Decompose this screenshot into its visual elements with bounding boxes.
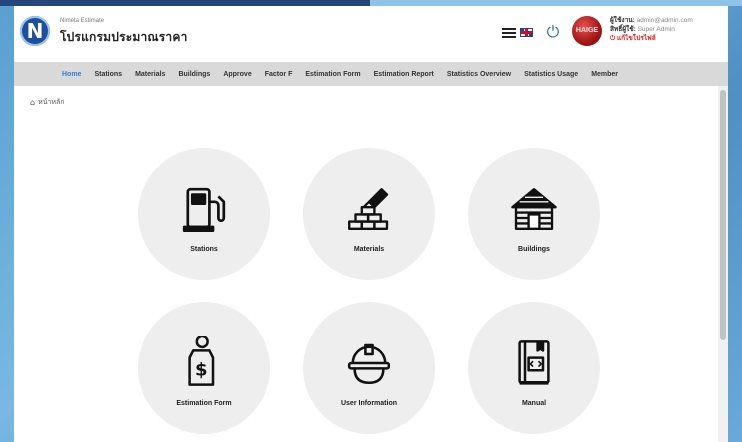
nav-member[interactable]: Member — [591, 71, 618, 78]
uk-flag-icon[interactable] — [520, 28, 533, 37]
nav-statistics-usage[interactable]: Statistics Usage — [524, 71, 578, 78]
header: N Nimeta Estimate โปรแกรมประมาณราคา ⏻ HA… — [14, 6, 728, 56]
main-navbar: Home Stations Materials Buildings Approv… — [14, 62, 728, 86]
nav-factor-f[interactable]: Factor F — [265, 71, 293, 78]
tile-estimation-form[interactable]: $ Estimation Form — [138, 302, 270, 434]
edit-profile-link[interactable]: ⏻ แก้ไขโปรไฟล์ — [610, 34, 726, 43]
tile-materials[interactable]: Materials — [303, 148, 435, 280]
app-window: N Nimeta Estimate โปรแกรมประมาณราคา ⏻ HA… — [14, 6, 728, 442]
nav-estimation-form[interactable]: Estimation Form — [305, 71, 360, 78]
code-book-icon — [518, 339, 550, 385]
app-logo-icon[interactable]: N — [20, 16, 50, 46]
tile-manual-label: Manual — [521, 399, 547, 407]
tile-user-information[interactable]: User Information — [303, 302, 435, 434]
price-tag-icon: $ — [188, 335, 215, 386]
app-title: โปรแกรมประมาณราคา — [60, 30, 188, 44]
nav-home[interactable]: Home — [62, 71, 81, 78]
hard-hat-icon — [347, 343, 391, 384]
nav-estimation-report[interactable]: Estimation Report — [374, 71, 434, 78]
user-info: ผู้ใช้งาน: admin@admin.com สิทธิ์ผู้ใช้:… — [610, 16, 726, 43]
breadcrumb: ⌂ หน้าหลัก — [30, 97, 65, 108]
power-icon[interactable]: ⏻ — [544, 23, 562, 41]
username-value: admin@admin.com — [636, 17, 693, 24]
home-icon: ⌂ — [30, 98, 36, 107]
role-value: Super Admin — [637, 26, 675, 33]
app-subtitle: Nimeta Estimate — [60, 18, 105, 24]
tile-manual[interactable]: Manual — [468, 302, 600, 434]
nav-stations[interactable]: Stations — [94, 71, 122, 78]
tile-stations-label: Stations — [190, 245, 218, 253]
fuel-pump-icon — [182, 187, 226, 232]
nav-buildings[interactable]: Buildings — [178, 71, 210, 78]
nav-materials[interactable]: Materials — [135, 71, 165, 78]
bricks-trowel-icon — [348, 187, 389, 230]
log-cabin-icon — [511, 187, 557, 230]
username-label: ผู้ใช้งาน: — [610, 17, 635, 24]
scrollbar-thumb[interactable] — [720, 90, 726, 340]
nav-statistics-overview[interactable]: Statistics Overview — [447, 71, 511, 78]
tile-buildings-label: Buildings — [518, 245, 550, 253]
breadcrumb-home[interactable]: หน้าหลัก — [38, 97, 64, 108]
hamburger-menu-icon[interactable] — [502, 28, 516, 38]
tile-materials-label: Materials — [353, 245, 385, 253]
tile-buildings[interactable]: Buildings — [468, 148, 600, 280]
tile-user-information-label: User Information — [340, 399, 397, 407]
tile-stations[interactable]: Stations — [138, 148, 270, 280]
tile-estimation-form-label: Estimation Form — [176, 399, 232, 407]
svg-text:$: $ — [195, 359, 208, 380]
avatar[interactable]: HAIGE — [572, 16, 602, 46]
nav-approve[interactable]: Approve — [223, 71, 251, 78]
role-label: สิทธิ์ผู้ใช้: — [610, 26, 636, 33]
